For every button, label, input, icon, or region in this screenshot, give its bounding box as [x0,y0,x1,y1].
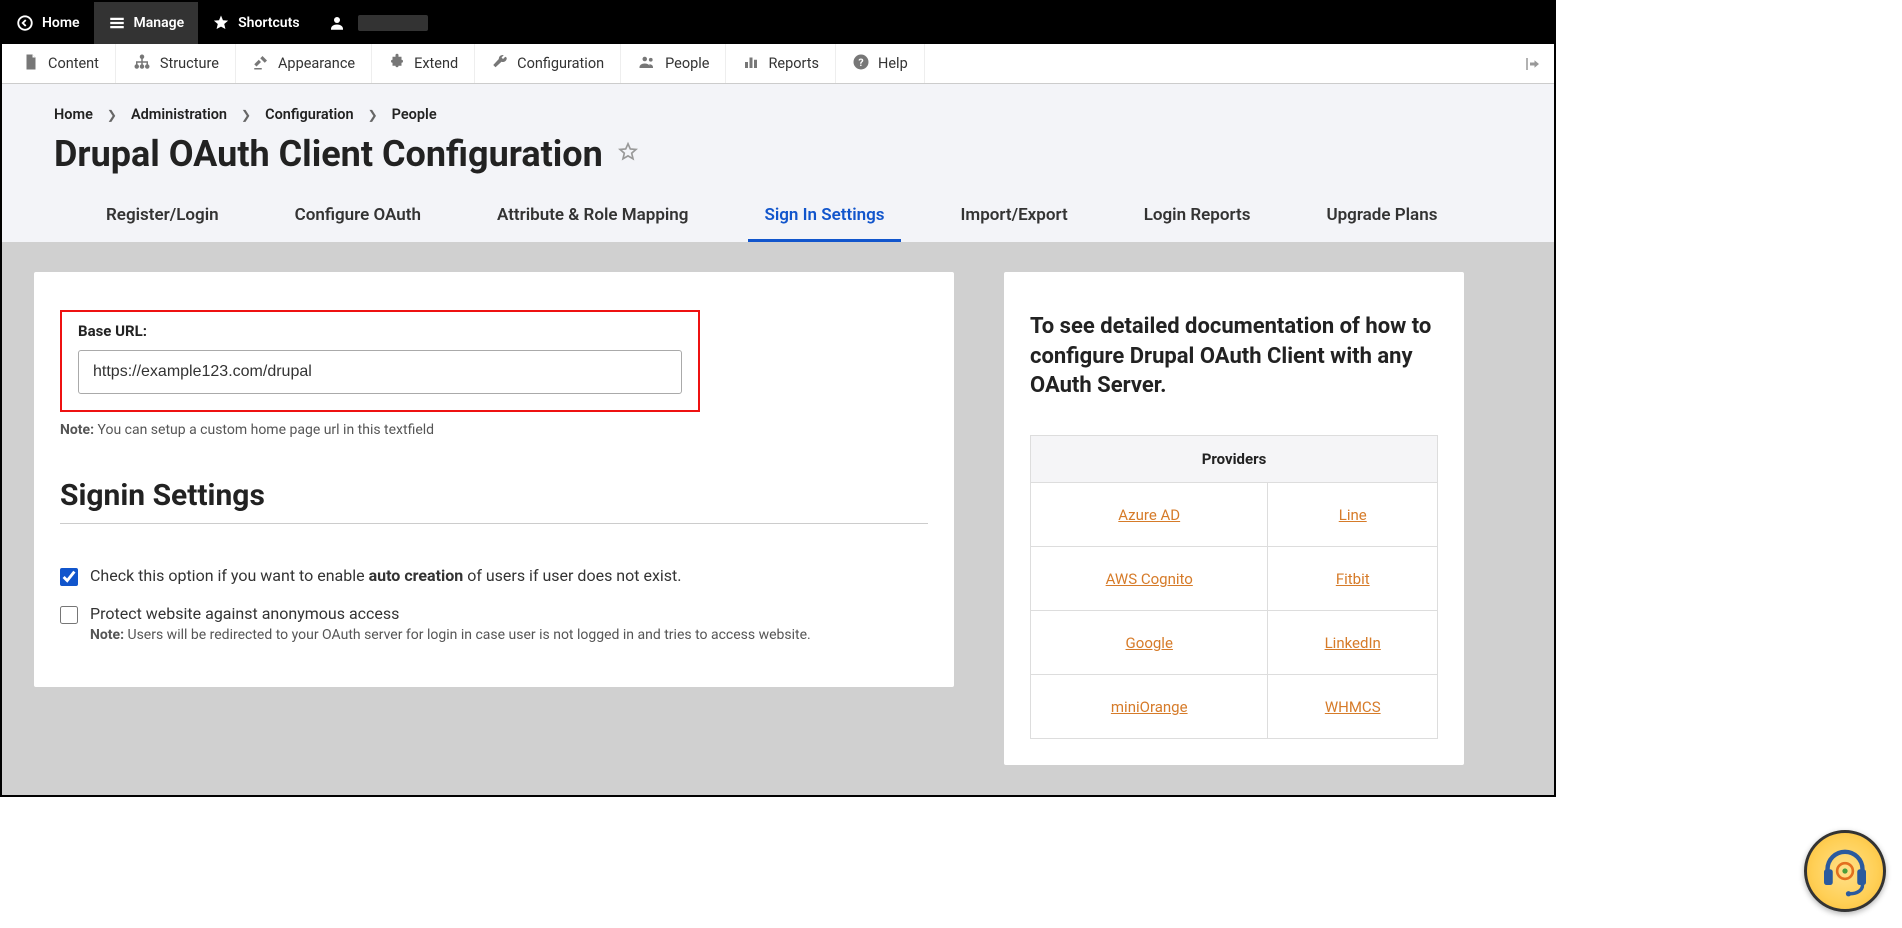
table-row: Google LinkedIn [1031,611,1438,675]
file-icon [22,53,40,75]
provider-link[interactable]: Azure AD [1118,506,1180,524]
auto-create-checkbox[interactable] [60,568,78,586]
menu-reports[interactable]: Reports [726,44,836,83]
base-url-box: Base URL: [60,310,700,412]
menu-extend-label: Extend [414,55,458,72]
note-label: Note: [90,627,124,643]
tab-import-export[interactable]: Import/Export [945,193,1084,242]
protect-label: Protect website against anonymous access [90,604,811,623]
wrench-icon [491,53,509,75]
collapse-toggle[interactable] [1518,44,1548,84]
base-url-label: Base URL: [78,322,682,340]
toolbar-home[interactable]: Home [2,2,94,44]
signin-settings-title: Signin Settings [60,478,928,513]
tab-register-login[interactable]: Register/Login [90,193,235,242]
collapse-icon [1524,55,1542,73]
chevron-right-icon: ❯ [241,108,251,122]
user-name-redacted [358,15,428,31]
auto-create-label: Check this option if you want to enable … [90,566,681,585]
content-wrap: Base URL: Note: You can setup a custom h… [2,242,1554,795]
note-text: You can setup a custom home page url in … [94,422,434,438]
protect-checkbox[interactable] [60,606,78,624]
tabs: Register/Login Configure OAuth Attribute… [54,193,1502,242]
menu-reports-label: Reports [768,55,819,72]
menu-help[interactable]: ? Help [836,44,925,83]
provider-link[interactable]: Fitbit [1336,570,1370,588]
divider [60,523,928,524]
chevron-right-icon: ❯ [107,108,117,122]
doc-heading: To see detailed documentation of how to … [1030,312,1438,401]
menu-configuration[interactable]: Configuration [475,44,621,83]
menu-help-label: Help [878,55,908,72]
menu-content[interactable]: Content [6,44,116,83]
header-region: Home ❯ Administration ❯ Configuration ❯ … [2,84,1554,242]
star-outline-icon[interactable] [617,141,639,167]
provider-link[interactable]: WHMCS [1325,698,1381,716]
crumb-configuration[interactable]: Configuration [265,106,354,123]
menu-structure-label: Structure [160,55,219,72]
protect-note: Note: Users will be redirected to your O… [90,627,811,643]
tab-signin-settings[interactable]: Sign In Settings [748,193,900,242]
page-title: Drupal OAuth Client Configuration [54,133,603,175]
crumb-home[interactable]: Home [54,106,93,123]
table-row: AWS Cognito Fitbit [1031,547,1438,611]
menu-people[interactable]: People [621,44,726,83]
bar-chart-icon [742,53,760,75]
base-url-note: Note: You can setup a custom home page u… [60,422,928,438]
headset-icon [1817,843,1873,899]
provider-link[interactable]: LinkedIn [1325,634,1381,652]
tab-configure-oauth[interactable]: Configure OAuth [279,193,437,242]
toolbar-shortcuts-label: Shortcuts [238,15,299,31]
help-icon: ? [852,53,870,75]
chevron-right-icon: ❯ [368,108,378,122]
provider-link[interactable]: Google [1126,634,1173,652]
back-circle-icon [16,14,34,32]
menu-appearance-label: Appearance [278,55,355,72]
admin-menu: Content Structure Appearance Extend Conf… [2,44,1554,84]
right-panel: To see detailed documentation of how to … [1004,272,1464,765]
providers-header: Providers [1031,436,1438,483]
support-badge[interactable] [1804,830,1886,912]
menu-content-label: Content [48,55,99,72]
toolbar-user[interactable] [314,2,442,44]
providers-table: Providers Azure AD Line AWS Cognito Fitb… [1030,435,1438,739]
provider-link[interactable]: AWS Cognito [1106,570,1193,588]
left-panel: Base URL: Note: You can setup a custom h… [34,272,954,687]
note-label: Note: [60,422,94,438]
provider-link[interactable]: Line [1339,506,1367,524]
menu-people-label: People [665,55,709,72]
toolbar-manage-label: Manage [134,15,185,31]
hamburger-icon [108,14,126,32]
menu-extend[interactable]: Extend [372,44,475,83]
tab-attribute-mapping[interactable]: Attribute & Role Mapping [481,193,704,242]
crumb-people[interactable]: People [392,106,437,123]
provider-link[interactable]: miniOrange [1111,698,1188,716]
toolbar-home-label: Home [42,15,80,31]
svg-text:?: ? [858,55,863,68]
base-url-input[interactable] [78,350,682,394]
page-title-row: Drupal OAuth Client Configuration [54,133,1502,175]
gavel-icon [252,53,270,75]
menu-appearance[interactable]: Appearance [236,44,372,83]
toolbar-shortcuts[interactable]: Shortcuts [198,2,313,44]
toolbar-manage[interactable]: Manage [94,2,199,44]
menu-configuration-label: Configuration [517,55,604,72]
puzzle-icon [388,53,406,75]
crumb-administration[interactable]: Administration [131,106,227,123]
people-icon [637,53,657,75]
auto-create-row: Check this option if you want to enable … [60,566,928,586]
tab-login-reports[interactable]: Login Reports [1128,193,1267,242]
tab-upgrade-plans[interactable]: Upgrade Plans [1310,193,1453,242]
user-icon [328,14,346,32]
table-row: Azure AD Line [1031,483,1438,547]
structure-icon [132,53,152,75]
breadcrumb: Home ❯ Administration ❯ Configuration ❯ … [54,106,1502,123]
star-icon [212,14,230,32]
top-toolbar: Home Manage Shortcuts [2,2,1554,44]
table-row: miniOrange WHMCS [1031,675,1438,739]
note-text: Users will be redirected to your OAuth s… [124,627,811,643]
protect-row: Protect website against anonymous access… [60,604,928,643]
menu-structure[interactable]: Structure [116,44,236,83]
